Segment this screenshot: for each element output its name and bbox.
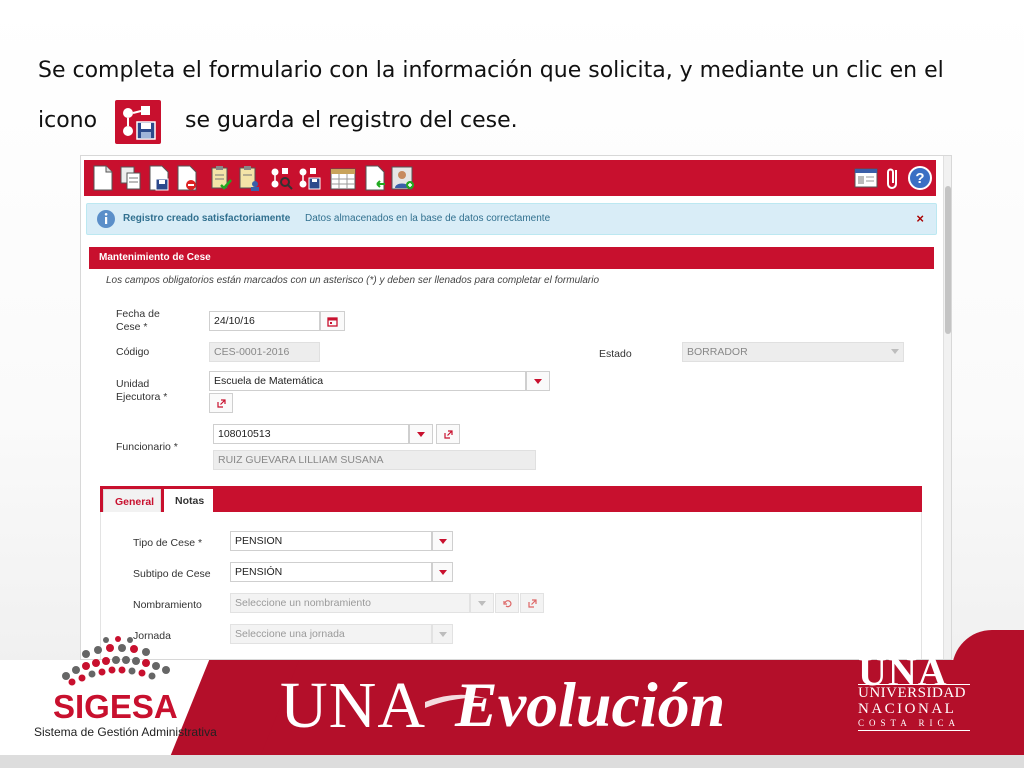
chevron-down-icon (417, 431, 425, 437)
tab-notas[interactable]: Notas (164, 489, 213, 512)
workflow-save-icon[interactable] (297, 164, 321, 192)
jornada-select: Seleccione una jornada (230, 624, 432, 644)
codigo-label: Código (116, 346, 150, 358)
fecha-label-line2: Cese * (116, 321, 148, 333)
instruction-line-2-prefix: icono (38, 108, 98, 133)
checklist-user-icon[interactable] (237, 164, 261, 192)
chevron-down-icon (438, 538, 447, 544)
jornada-dropdown-button (432, 624, 453, 644)
required-fields-note: Los campos obligatorios están marcados c… (106, 275, 600, 286)
tipo-cese-select[interactable]: PENSION (230, 531, 432, 551)
unidad-select[interactable]: Escuela de Matemática (209, 371, 526, 391)
sigesa-title: SIGESA (53, 688, 178, 725)
una-logo-universidad: UNIVERSIDAD (858, 685, 966, 701)
workflow-search-icon[interactable] (269, 164, 293, 192)
nombramiento-dropdown-button (470, 593, 494, 613)
panel-header: Mantenimiento de Cese (89, 247, 934, 269)
save-document-icon[interactable] (147, 164, 171, 192)
funcionario-select[interactable]: 108010513 (213, 424, 409, 444)
tab-general[interactable]: General (103, 489, 161, 512)
subtipo-dropdown-button[interactable] (432, 562, 453, 582)
delete-document-icon[interactable] (175, 164, 199, 192)
approve-checklist-icon[interactable] (209, 164, 233, 192)
info-icon (96, 209, 116, 234)
calendar-sheet-icon[interactable] (329, 164, 357, 192)
logo-rule (858, 730, 970, 731)
subtipo-cese-select[interactable]: PENSIÓN (230, 562, 432, 582)
fecha-label: Fecha de Cese * (116, 308, 160, 334)
document-import-icon[interactable] (363, 164, 387, 192)
tipo-cese-label: Tipo de Cese * (133, 537, 203, 549)
chevron-down-icon (438, 631, 447, 637)
funcionario-name-field: RUIZ GUEVARA LILLIAM SUSANA (213, 450, 536, 470)
una-wordmark: UNA (280, 669, 426, 742)
close-icon[interactable]: × (916, 211, 924, 226)
fecha-cese-input[interactable]: 24/10/16 (209, 311, 320, 331)
estado-select: BORRADOR (682, 342, 904, 362)
unidad-label: Unidad Ejecutora * (116, 378, 167, 404)
codigo-field: CES-0001-2016 (209, 342, 320, 362)
vertical-scrollbar[interactable] (943, 156, 951, 659)
paperclip-icon[interactable] (883, 164, 903, 192)
tipo-dropdown-button[interactable] (432, 531, 453, 551)
unidad-label-line2: Ejecutora * (116, 391, 168, 403)
copy-documents-icon[interactable] (119, 164, 143, 192)
estado-label: Estado (599, 348, 632, 360)
open-external-icon[interactable] (436, 424, 460, 444)
user-add-icon[interactable] (391, 164, 415, 192)
scrollbar-thumb[interactable] (945, 186, 951, 334)
toolbar: ? (84, 160, 936, 196)
instruction-line-2-suffix: se guarda el registro del cese. (185, 108, 518, 133)
evolucion-wordmark: Evolución (455, 669, 726, 740)
new-document-icon[interactable] (91, 164, 115, 192)
subtipo-cese-label: Subtipo de Cese (133, 568, 211, 580)
help-icon-glyph: ? (915, 170, 924, 187)
open-external-icon (520, 593, 544, 613)
funcionario-label: Funcionario * (116, 441, 178, 453)
workflow-save-icon (115, 100, 161, 144)
una-logo-nacional: NACIONAL (858, 701, 957, 717)
open-external-icon[interactable] (209, 393, 233, 413)
calendar-icon[interactable] (320, 311, 345, 331)
chevron-down-icon (438, 569, 447, 575)
window-layout-icon[interactable] (853, 164, 879, 192)
sigesa-subtitle: Sistema de Gestión Administrativa (34, 725, 217, 739)
sigesa-logo-icon (56, 636, 186, 693)
tabs-bar: General Notas (100, 486, 922, 512)
funcionario-dropdown-button[interactable] (409, 424, 433, 444)
success-alert: Registro creado satisfactoriamente Datos… (86, 203, 937, 235)
fecha-label-line1: Fecha de (116, 308, 160, 320)
unidad-label-line1: Unidad (116, 378, 150, 390)
alert-title: Registro creado satisfactoriamente (123, 213, 291, 224)
nombramiento-label: Nombramiento (133, 599, 202, 611)
unidad-dropdown-button[interactable] (526, 371, 550, 391)
help-icon[interactable]: ? (907, 164, 933, 192)
alert-message: Datos almacenados en la base de datos co… (305, 213, 551, 224)
instruction-line-1: Se completa el formulario con la informa… (38, 58, 944, 83)
app-window: ? Registro creado satisfactoriamente Dat… (80, 155, 952, 660)
una-logo-costa-rica: COSTA RICA (858, 718, 961, 728)
panel-title: Mantenimiento de Cese (99, 252, 211, 263)
tab-general-panel (100, 512, 922, 659)
footer-strip (0, 755, 1024, 768)
nombramiento-select: Seleccione un nombramiento (230, 593, 470, 613)
chevron-down-icon (534, 378, 542, 384)
chevron-down-icon (891, 349, 899, 354)
chevron-down-icon (478, 600, 486, 606)
undo-icon (495, 593, 519, 613)
